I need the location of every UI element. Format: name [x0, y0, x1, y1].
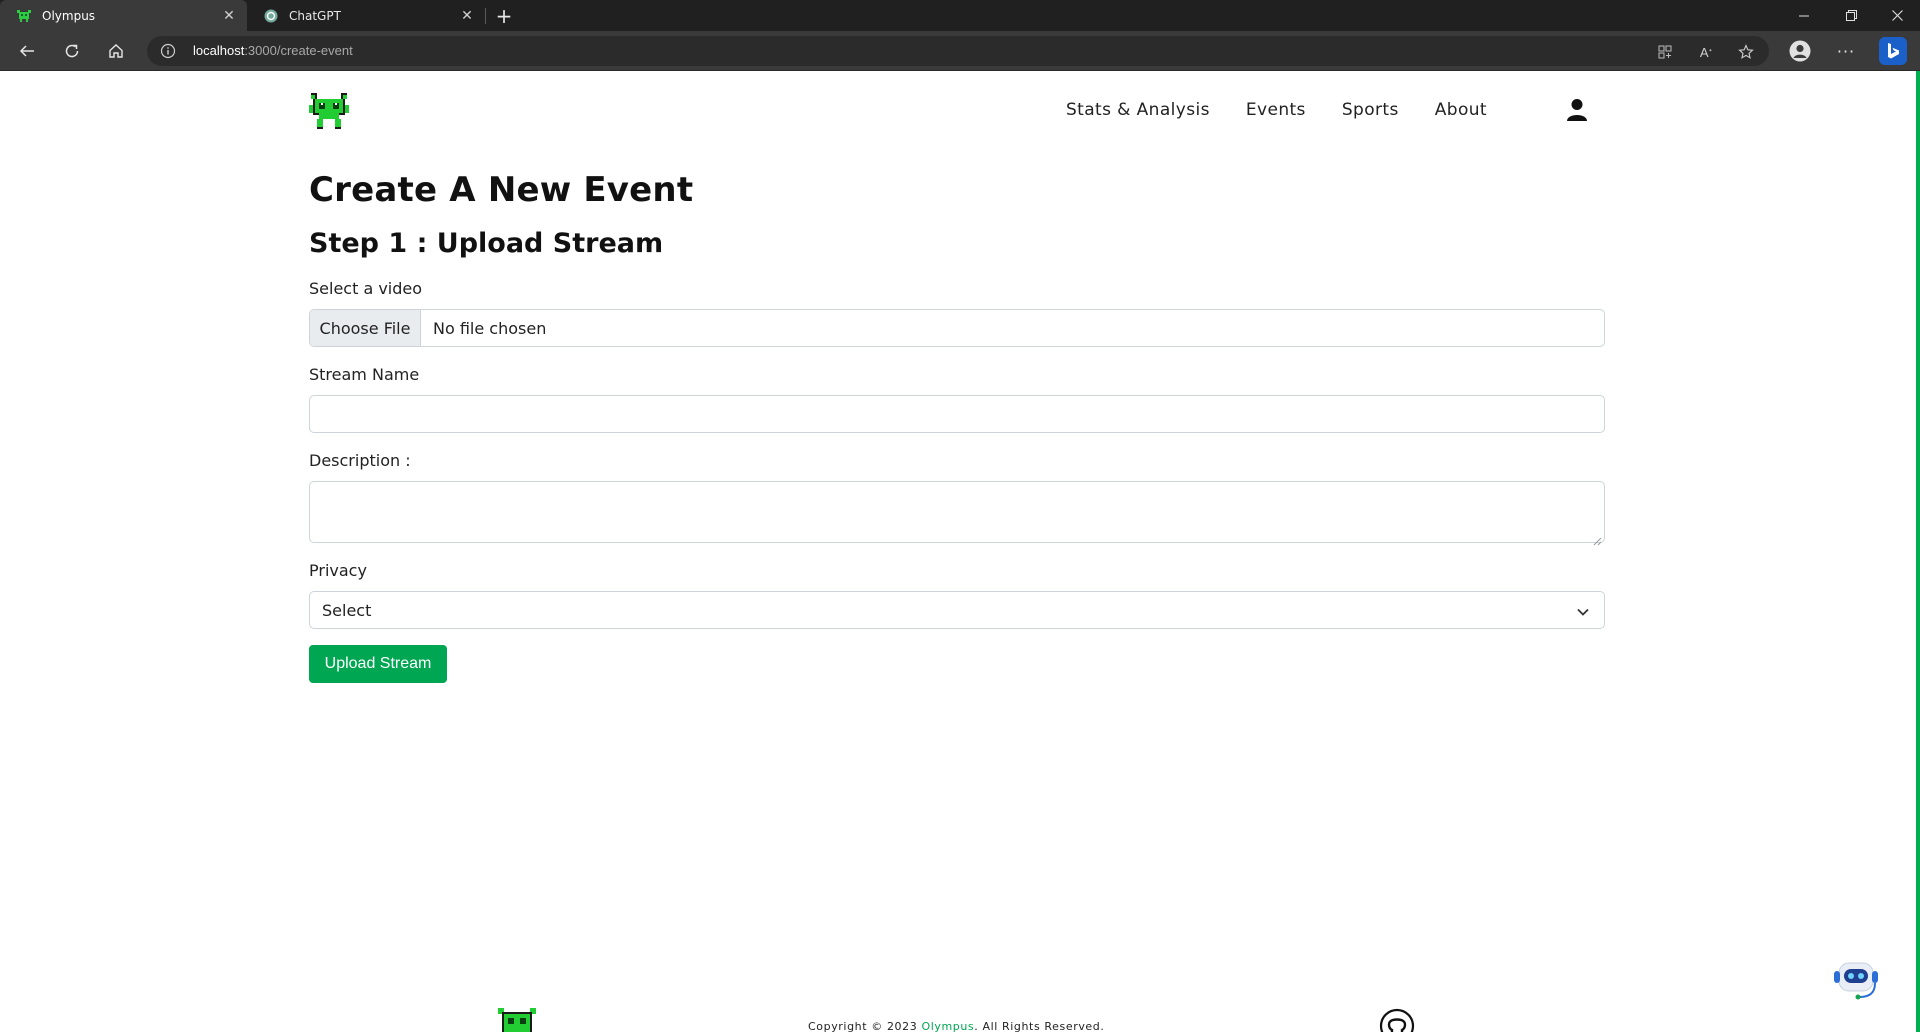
choose-file-button[interactable]: Choose File — [310, 310, 421, 346]
nav-link-stats-analysis[interactable]: Stats & Analysis — [1066, 100, 1210, 120]
tab-chatgpt[interactable]: ChatGPT ✕ — [247, 0, 485, 31]
favorite-star-icon[interactable] — [1737, 43, 1755, 61]
new-tab-icon[interactable]: + — [492, 4, 516, 28]
footer-copyright: Copyright © 2023 Olympus. All Rights Res… — [808, 1020, 1105, 1032]
footer-brand-link[interactable]: Olympus — [921, 1020, 974, 1032]
resize-grip-icon[interactable] — [1593, 531, 1602, 546]
olympus-favicon-icon — [16, 8, 32, 24]
main-nav: Stats & Analysis Events Sports About — [1030, 100, 1563, 120]
page-title: Create A New Event — [309, 170, 694, 210]
tab-title: ChatGPT — [289, 8, 341, 23]
page-viewport: Stats & Analysis Events Sports About Cre… — [0, 71, 1920, 1032]
close-tab-icon[interactable]: ✕ — [221, 8, 237, 24]
close-window-icon[interactable] — [1874, 0, 1920, 31]
home-icon[interactable] — [102, 37, 130, 65]
nav-link-events[interactable]: Events — [1246, 100, 1306, 120]
chatgpt-favicon-icon — [263, 8, 279, 24]
browser-toolbar: localhost:3000/create-event Aᐩ ··· — [0, 31, 1920, 71]
bing-copilot-icon[interactable] — [1879, 37, 1907, 65]
refresh-icon[interactable] — [58, 37, 86, 65]
stream-name-input[interactable] — [309, 395, 1605, 433]
more-menu-icon[interactable]: ··· — [1832, 37, 1860, 65]
read-aloud-icon[interactable]: Aᐩ — [1697, 43, 1715, 61]
privacy-select[interactable]: Select — [309, 591, 1605, 629]
description-label: Description : — [309, 451, 411, 470]
tab-olympus[interactable]: Olympus ✕ — [0, 0, 247, 31]
footer-logo-icon[interactable] — [498, 1008, 536, 1032]
step-title: Step 1 : Upload Stream — [309, 228, 664, 259]
minimize-icon[interactable] — [1781, 0, 1827, 31]
address-bar[interactable]: localhost:3000/create-event Aᐩ — [147, 36, 1769, 66]
profile-icon[interactable] — [1786, 37, 1814, 65]
user-icon[interactable] — [1566, 98, 1588, 122]
olympus-logo-icon[interactable] — [309, 93, 349, 129]
tab-title: Olympus — [42, 8, 96, 23]
upload-stream-button[interactable]: Upload Stream — [309, 645, 447, 683]
description-textarea[interactable] — [309, 481, 1605, 546]
github-icon[interactable] — [1379, 1008, 1415, 1032]
stream-name-label: Stream Name — [309, 365, 420, 384]
site-info-icon[interactable] — [160, 43, 176, 59]
chatbot-assistant-icon[interactable] — [1829, 957, 1883, 1005]
file-status-text: No file chosen — [433, 318, 547, 338]
app-available-icon[interactable] — [1656, 43, 1674, 61]
close-tab-icon[interactable]: ✕ — [459, 8, 475, 24]
url-text: localhost:3000/create-event — [193, 43, 353, 58]
restore-icon[interactable] — [1828, 0, 1874, 31]
video-file-input[interactable]: Choose File No file chosen — [309, 309, 1605, 347]
browser-tab-strip: Olympus ✕ ChatGPT ✕ + — [0, 0, 1920, 31]
back-icon[interactable] — [13, 37, 41, 65]
video-label: Select a video — [309, 279, 423, 298]
chevron-down-icon — [1576, 604, 1590, 618]
scrollbar[interactable] — [1916, 71, 1920, 1032]
tab-divider — [485, 8, 486, 24]
nav-link-sports[interactable]: Sports — [1342, 100, 1399, 120]
privacy-label: Privacy — [309, 561, 367, 580]
nav-link-about[interactable]: About — [1435, 100, 1487, 120]
privacy-selected-value: Select — [322, 600, 372, 620]
